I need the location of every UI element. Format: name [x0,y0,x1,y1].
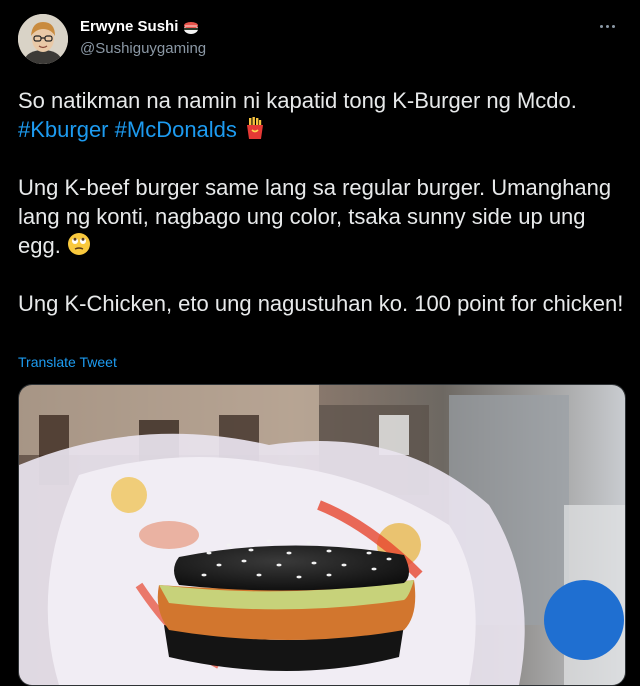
author-name-row[interactable]: Erwyne Sushi [80,18,200,35]
tweet-paragraph-3: Ung K-Chicken, eto ung nagustuhan ko. 10… [18,291,624,316]
hashtag-mcdonalds[interactable]: #McDonalds [115,117,237,142]
avatar[interactable] [18,14,68,64]
tweet-paragraph-2-text: Ung K-beef burger same lang sa regular b… [18,175,612,258]
tweet-paragraph-1: So natikman na namin ni kapatid tong K-B… [18,86,628,144]
tweet-line-1: So natikman na namin ni kapatid tong K-B… [18,88,577,113]
sushi-emoji-icon [184,21,199,34]
avatar-illustration [18,14,68,64]
tweet-paragraph-2: Ung K-beef burger same lang sa regular b… [18,173,628,260]
face-with-rolling-eyes-emoji-icon [67,233,90,255]
more-options-icon[interactable] [592,14,622,38]
hashtag-kburger[interactable]: #Kburger [18,117,109,142]
french-fries-emoji-icon [247,117,264,139]
burger-photo [19,385,625,685]
translate-tweet-link[interactable]: Translate Tweet [18,354,117,370]
tweet-media-photo[interactable] [18,384,626,686]
tweet-card: Erwyne Sushi @Sushiguygaming So natikman… [0,0,640,686]
tweet-text: So natikman na namin ni kapatid tong K-B… [18,86,628,318]
author-display-name[interactable]: Erwyne Sushi [80,18,178,35]
author-handle[interactable]: @Sushiguygaming [80,40,206,57]
